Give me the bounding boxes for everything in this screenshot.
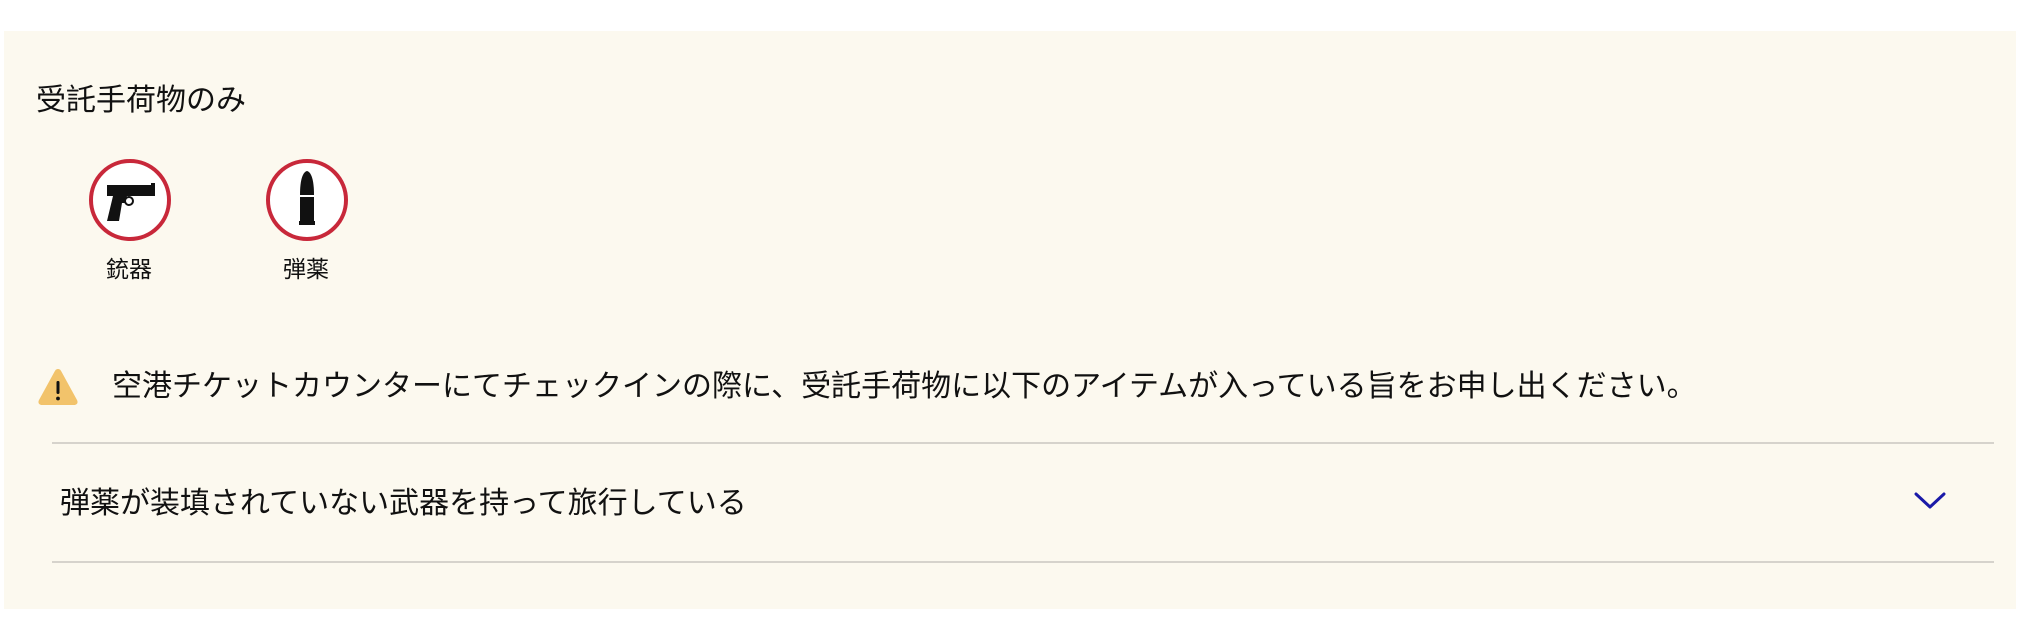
warning-icon	[38, 369, 78, 405]
accordion-title: 弾薬が装填されていない武器を持って旅行している	[60, 486, 747, 521]
item-label: 銃器	[106, 257, 152, 283]
section-title: 受託手荷物のみ	[36, 83, 246, 118]
notice-text: 空港チケットカウンターにてチェックインの際に、受託手荷物に以下のアイテムが入って…	[112, 369, 1697, 404]
chevron-down-icon[interactable]	[1912, 488, 1948, 512]
checked-baggage-panel: 受託手荷物のみ 銃器 弾薬 空港チケットカウンターにてチェックインの際に、受託手…	[4, 31, 2016, 609]
checkin-notice: 空港チケットカウンターにてチェックインの際に、受託手荷物に以下のアイテムが入って…	[36, 365, 1936, 409]
handgun-icon	[107, 183, 155, 221]
prohibited-ring	[266, 159, 348, 241]
item-label: 弾薬	[283, 257, 329, 283]
accordion-unloaded-weapons[interactable]: 弾薬が装填されていない武器を持って旅行している	[52, 444, 1994, 564]
prohibited-ring	[89, 159, 171, 241]
bullet-icon	[299, 171, 315, 225]
divider	[52, 561, 1994, 563]
